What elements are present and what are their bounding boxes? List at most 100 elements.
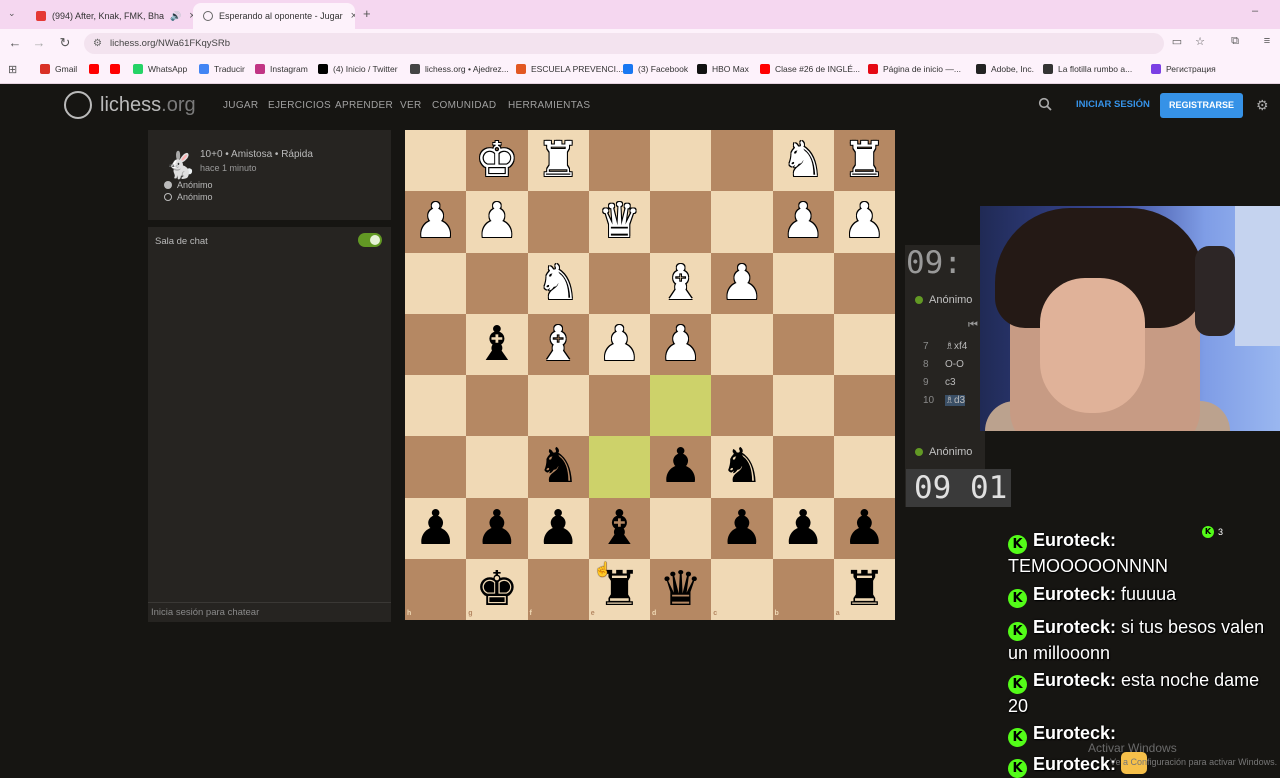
square-c8[interactable]	[711, 558, 773, 620]
square-a3[interactable]	[833, 252, 895, 314]
url-field[interactable]: ⚙ lichess.org/NWa61FKqySRb	[84, 33, 1164, 54]
piece-b7[interactable]: ♟	[773, 498, 834, 559]
piece-h7[interactable]: ♟	[405, 498, 466, 559]
square-f8[interactable]	[527, 558, 589, 620]
nav-jugar[interactable]: JUGAR	[223, 100, 258, 111]
bookmark-item[interactable]: (3) Facebook	[623, 64, 688, 74]
bookmark-item[interactable]	[110, 64, 125, 74]
piece-a7[interactable]: ♟	[834, 498, 895, 559]
nav-comunidad[interactable]: COMUNIDAD	[432, 100, 496, 111]
piece-e7[interactable]: ♝	[589, 498, 650, 559]
square-g5[interactable]	[466, 375, 528, 437]
bookmark-item[interactable]: WhatsApp	[133, 64, 187, 74]
menu-icon[interactable]: ≡	[1258, 35, 1276, 47]
bookmark-item[interactable]: Clase #26 de INGLÉ...	[760, 64, 860, 74]
bookmark-item[interactable]: Página de inicio —...	[868, 64, 961, 74]
square-d5[interactable]	[650, 375, 712, 437]
piece-a8[interactable]: ♜	[834, 559, 895, 620]
square-b3[interactable]	[772, 252, 834, 314]
square-d1[interactable]	[650, 130, 712, 192]
site-info-icon[interactable]: ⚙	[93, 33, 102, 54]
square-c2[interactable]	[711, 191, 773, 253]
tab-search-icon[interactable]: ⌄	[8, 8, 16, 19]
piece-g4[interactable]: ♝	[466, 314, 527, 375]
bookmark-item[interactable]: Gmail	[40, 64, 77, 74]
square-c4[interactable]	[711, 313, 773, 375]
bookmark-star-icon[interactable]: ☆	[1191, 35, 1209, 48]
close-icon[interactable]: ×	[351, 10, 355, 22]
square-g6[interactable]	[466, 436, 528, 498]
piece-d3[interactable]: ♝	[650, 253, 711, 314]
piece-h2[interactable]: ♟	[405, 191, 466, 252]
piece-d8[interactable]: ♛	[650, 559, 711, 620]
square-h1[interactable]	[405, 130, 467, 192]
bookmark-item[interactable]: lichess.org • Ajedrez...	[410, 64, 509, 74]
square-a5[interactable]	[833, 375, 895, 437]
piece-a1[interactable]: ♜	[834, 130, 895, 191]
signin-link[interactable]: INICIAR SESIÓN	[1076, 99, 1150, 110]
cast-icon[interactable]: ▭	[1168, 35, 1186, 48]
move-row[interactable]: 9 c3	[905, 373, 985, 391]
square-b5[interactable]	[772, 375, 834, 437]
forward-icon[interactable]: →	[30, 35, 48, 50]
bookmark-item[interactable]: Регистрация	[1151, 64, 1216, 74]
square-a6[interactable]	[833, 436, 895, 498]
piece-d6[interactable]: ♟	[650, 436, 711, 497]
bookmark-item[interactable]: La flotilla rumbo a...	[1043, 64, 1132, 74]
piece-f3[interactable]: ♞	[528, 253, 589, 314]
piece-a2[interactable]: ♟	[834, 191, 895, 252]
piece-c7[interactable]: ♟	[711, 498, 772, 559]
chess-board[interactable]: 1 2 3 4 5 6 7 8 h g f e d c b a ♚ ♜ ♞ ♜ ♟ ♟ ♛ ♟ ♟ ♞ ♝ ♟ ♝ ♝ ♟ ♟ ♞ ♟ ♞ ♟ ♟ ♟ ♝ ♟…	[405, 130, 895, 620]
square-c1[interactable]	[711, 130, 773, 192]
square-b4[interactable]	[772, 313, 834, 375]
move-san[interactable]: O-O	[945, 359, 964, 370]
square-h8[interactable]	[405, 558, 467, 620]
square-e6[interactable]	[588, 436, 650, 498]
square-a4[interactable]	[833, 313, 895, 375]
square-e5[interactable]	[588, 375, 650, 437]
register-button[interactable]: REGISTRARSE	[1160, 93, 1243, 118]
new-tab-icon[interactable]: +	[363, 6, 371, 21]
move-san[interactable]: ♗xf4	[945, 341, 967, 352]
extensions-icon[interactable]: ⧉	[1226, 35, 1244, 48]
piece-b2[interactable]: ♟	[773, 191, 834, 252]
square-d7[interactable]	[650, 497, 712, 559]
back-icon[interactable]: ←	[6, 35, 24, 50]
square-e3[interactable]	[588, 252, 650, 314]
reload-icon[interactable]: ↻	[56, 35, 74, 51]
piece-g2[interactable]: ♟	[466, 191, 527, 252]
square-c5[interactable]	[711, 375, 773, 437]
chat-toggle[interactable]	[358, 233, 382, 247]
bookmark-item[interactable]: ESCUELA PREVENCI...	[516, 64, 623, 74]
piece-f7[interactable]: ♟	[528, 498, 589, 559]
piece-f1[interactable]: ♜	[528, 130, 589, 191]
piece-g1[interactable]: ♚	[466, 130, 527, 191]
piece-c6[interactable]: ♞	[711, 436, 772, 497]
square-h6[interactable]	[405, 436, 467, 498]
piece-b1[interactable]: ♞	[773, 130, 834, 191]
piece-g7[interactable]: ♟	[466, 498, 527, 559]
nav-ejercicios[interactable]: EJERCICIOS	[268, 100, 331, 111]
bookmark-item[interactable]: HBO Max	[697, 64, 749, 74]
bookmark-item[interactable]: Instagram	[255, 64, 308, 74]
piece-c3[interactable]: ♟	[711, 253, 772, 314]
square-b6[interactable]	[772, 436, 834, 498]
nav-herramientas[interactable]: HERRAMIENTAS	[508, 100, 590, 111]
square-b8[interactable]	[772, 558, 834, 620]
square-h3[interactable]	[405, 252, 467, 314]
piece-f4[interactable]: ♝	[528, 314, 589, 375]
square-d2[interactable]	[650, 191, 712, 253]
bookmark-item[interactable]: Adobe, Inc.	[976, 64, 1034, 74]
tab-lichess[interactable]: Esperando al oponente - Jugar ×	[193, 3, 355, 29]
tab-youtube[interactable]: (994) After, Knak, FMK, Bha 🔊 ×	[26, 3, 196, 29]
square-h5[interactable]	[405, 375, 467, 437]
piece-g8[interactable]: ♚	[466, 559, 527, 620]
bookmark-item[interactable]	[89, 64, 104, 74]
square-g3[interactable]	[466, 252, 528, 314]
search-icon[interactable]	[1038, 97, 1052, 111]
minimize-icon[interactable]: –	[1252, 5, 1258, 17]
move-san[interactable]: c3	[945, 377, 956, 388]
nav-aprender[interactable]: APRENDER	[335, 100, 393, 111]
move-row[interactable]: 7 ♗xf4	[905, 337, 985, 355]
gear-icon[interactable]: ⚙	[1256, 97, 1269, 114]
